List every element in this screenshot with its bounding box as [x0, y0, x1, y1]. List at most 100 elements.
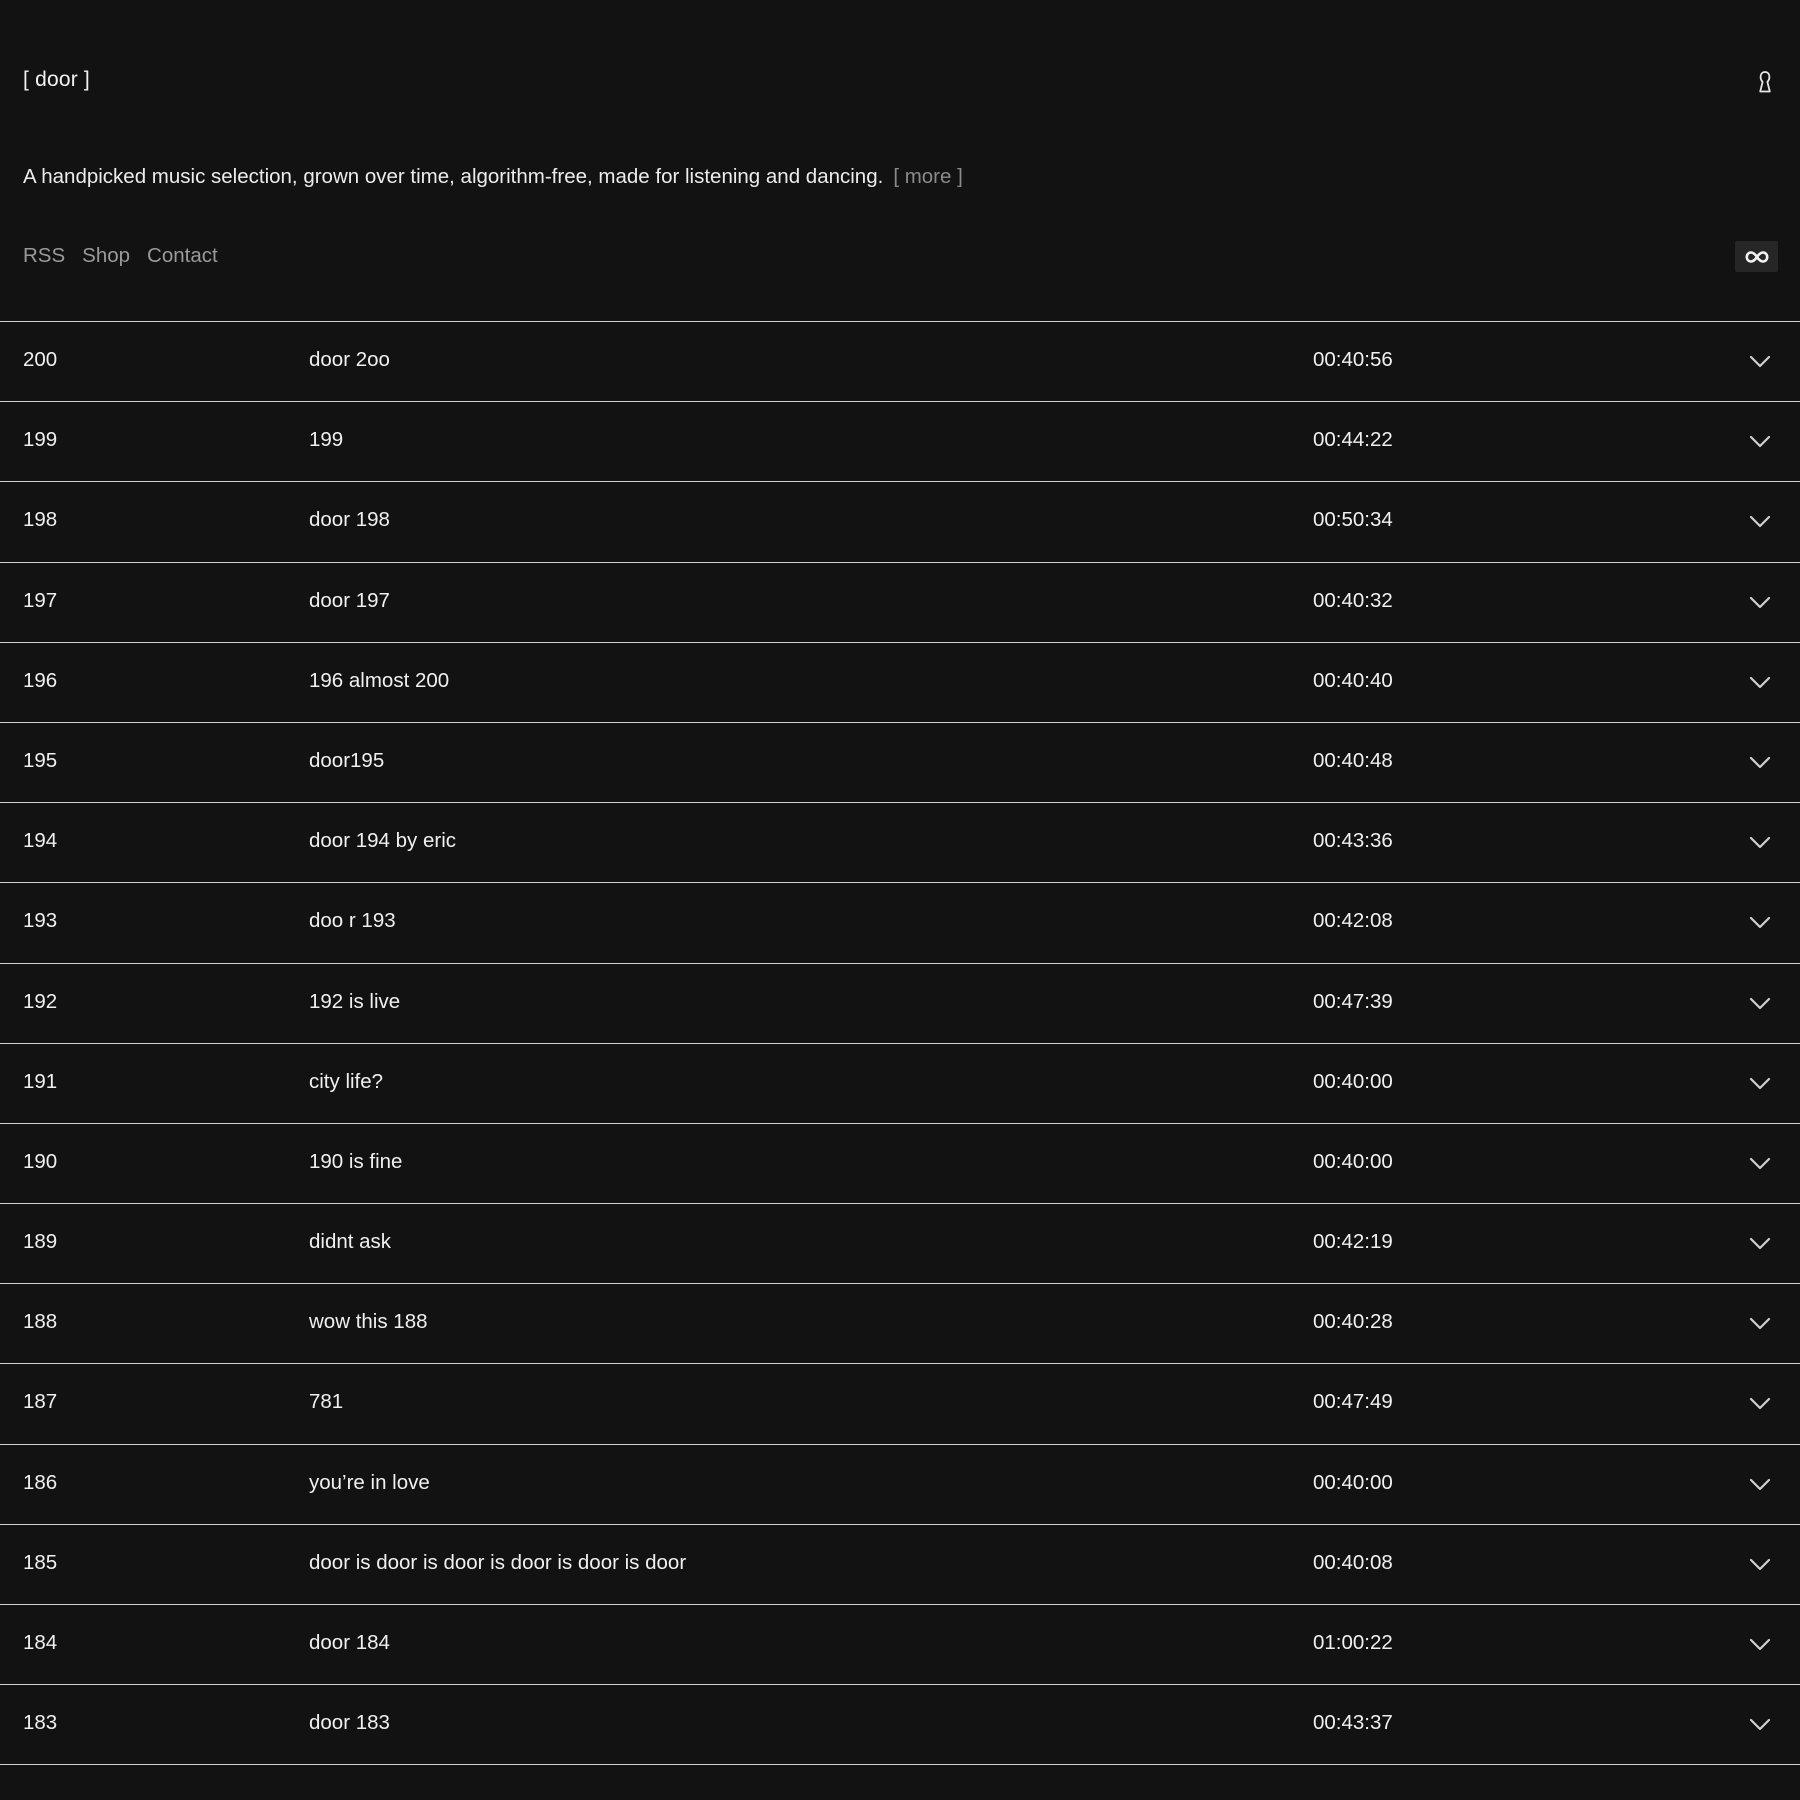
episode-number: 186 [23, 1470, 58, 1494]
episode-row[interactable]: 183 door 183 00:43:37 [0, 1685, 1800, 1766]
episode-number: 192 [23, 989, 58, 1013]
episode-number: 198 [23, 508, 58, 532]
episode-duration: 00:50:34 [1313, 508, 1393, 532]
episode-row[interactable]: 194 door 194 by eric 00:43:36 [0, 803, 1800, 884]
episode-number: 193 [23, 909, 58, 933]
chevron-down-icon[interactable] [1748, 994, 1772, 1010]
episode-title: door is door is door is door is door is … [309, 1550, 687, 1574]
episode-number: 199 [23, 428, 58, 452]
chevron-down-icon[interactable] [1748, 1074, 1772, 1090]
episode-duration: 00:40:00 [1313, 1470, 1393, 1494]
episode-title: you’re in love [309, 1470, 430, 1494]
episode-title: door 194 by eric [309, 829, 457, 853]
episode-number: 185 [23, 1550, 58, 1574]
episode-row[interactable]: 186 you’re in love 00:40:00 [0, 1445, 1800, 1525]
episode-number: 197 [23, 588, 58, 612]
chevron-down-icon[interactable] [1748, 673, 1772, 689]
episode-duration: 00:40:00 [1313, 1149, 1393, 1173]
chevron-down-icon[interactable] [1748, 1234, 1772, 1250]
episode-duration: 00:40:56 [1313, 348, 1393, 371]
chevron-down-icon[interactable] [1748, 1635, 1772, 1651]
episode-title: city life? [309, 1069, 384, 1093]
episode-number: 188 [23, 1310, 58, 1334]
episode-title: 781 [309, 1390, 344, 1414]
episode-duration: 01:00:22 [1313, 1631, 1393, 1654]
more-link[interactable]: [ more ] [893, 165, 963, 188]
episode-duration: 00:40:32 [1313, 588, 1393, 612]
chevron-down-icon[interactable] [1748, 593, 1772, 609]
episode-row[interactable]: 190 190 is fine 00:40:00 [0, 1124, 1800, 1205]
episode-duration: 00:47:39 [1313, 989, 1393, 1013]
site-description: A handpicked music selection, grown over… [23, 165, 963, 189]
chevron-down-icon[interactable] [1748, 1475, 1772, 1491]
chevron-down-icon[interactable] [1748, 512, 1772, 528]
episode-title: didnt ask [309, 1230, 392, 1254]
episode-number: 200 [23, 348, 58, 371]
episode-row[interactable]: 191 city life? 00:40:00 [0, 1044, 1800, 1124]
episode-duration: 00:40:00 [1313, 1069, 1393, 1093]
episode-number: 196 [23, 668, 58, 692]
chevron-down-icon[interactable] [1748, 1154, 1772, 1170]
episode-duration: 00:44:22 [1313, 428, 1393, 452]
episode-number: 189 [23, 1230, 58, 1254]
description-text: A handpicked music selection, grown over… [23, 165, 884, 188]
lock-icon[interactable] [1756, 70, 1774, 94]
episode-title: doo r 193 [309, 909, 396, 933]
nav-link-rss[interactable]: RSS [23, 244, 65, 268]
episode-title: door 2oo [309, 348, 390, 371]
chevron-down-icon[interactable] [1748, 1314, 1772, 1330]
episode-title: 199 [309, 428, 344, 452]
episode-row[interactable]: 192 192 is live 00:47:39 [0, 964, 1800, 1044]
chevron-down-icon[interactable] [1748, 1555, 1772, 1571]
episode-number: 190 [23, 1149, 58, 1173]
episode-duration: 00:43:36 [1313, 829, 1393, 853]
episode-duration: 00:43:37 [1313, 1711, 1393, 1735]
episode-title: 196 almost 200 [309, 668, 450, 692]
nav-link-contact[interactable]: Contact [147, 244, 218, 268]
site-header: [ door ] A handpicked music selection, g… [0, 0, 1800, 322]
episode-row[interactable]: 196 196 almost 200 00:40:40 [0, 643, 1800, 723]
episode-title: 192 is live [309, 989, 401, 1013]
episode-duration: 00:40:48 [1313, 748, 1393, 772]
episode-number: 194 [23, 829, 58, 853]
episode-row[interactable]: 193 doo r 193 00:42:08 [0, 883, 1800, 964]
episode-row[interactable]: 199 199 00:44:22 [0, 402, 1800, 483]
loop-toggle-button[interactable] [1735, 241, 1778, 272]
infinity-icon [1744, 250, 1769, 263]
episode-number: 195 [23, 748, 58, 772]
episode-row[interactable]: 184 door 184 01:00:22 [0, 1605, 1800, 1686]
chevron-down-icon[interactable] [1748, 753, 1772, 769]
chevron-down-icon[interactable] [1748, 913, 1772, 929]
episode-duration: 00:42:08 [1313, 909, 1393, 933]
episode-number: 183 [23, 1711, 58, 1735]
episode-number: 184 [23, 1631, 58, 1654]
episode-title: door 184 [309, 1631, 390, 1654]
episode-duration: 00:40:40 [1313, 668, 1393, 692]
episode-title: door195 [309, 748, 385, 772]
episode-number: 187 [23, 1390, 58, 1414]
episode-row[interactable]: 185 door is door is door is door is door … [0, 1525, 1800, 1605]
episode-title: door 197 [309, 588, 390, 612]
episode-list: 200 door 2oo 00:40:56 199 199 00:44:22 198 door… [0, 322, 1800, 1766]
episode-row[interactable]: 189 didnt ask 00:42:19 [0, 1204, 1800, 1285]
episode-row[interactable]: 198 door 198 00:50:34 [0, 482, 1800, 563]
nav-links: RSS Shop Contact [23, 244, 218, 268]
episode-row[interactable]: 197 door 197 00:40:32 [0, 563, 1800, 643]
episode-row[interactable]: 200 door 2oo 00:40:56 [0, 322, 1800, 403]
episode-duration: 00:40:28 [1313, 1310, 1393, 1334]
episode-title: door 198 [309, 508, 390, 532]
episode-row[interactable]: 187 781 00:47:49 [0, 1364, 1800, 1445]
chevron-down-icon[interactable] [1748, 1394, 1772, 1410]
episode-duration: 00:47:49 [1313, 1390, 1393, 1414]
episode-row[interactable]: 195 door195 00:40:48 [0, 723, 1800, 804]
nav-link-shop[interactable]: Shop [82, 244, 130, 268]
episode-title: wow this 188 [309, 1310, 428, 1334]
episode-duration: 00:42:19 [1313, 1230, 1393, 1254]
episode-duration: 00:40:08 [1313, 1550, 1393, 1574]
chevron-down-icon[interactable] [1748, 1715, 1772, 1731]
chevron-down-icon[interactable] [1748, 432, 1772, 448]
episode-row[interactable]: 188 wow this 188 00:40:28 [0, 1284, 1800, 1365]
site-logo[interactable]: [ door ] [23, 68, 90, 92]
chevron-down-icon[interactable] [1748, 352, 1772, 368]
chevron-down-icon[interactable] [1748, 833, 1772, 849]
